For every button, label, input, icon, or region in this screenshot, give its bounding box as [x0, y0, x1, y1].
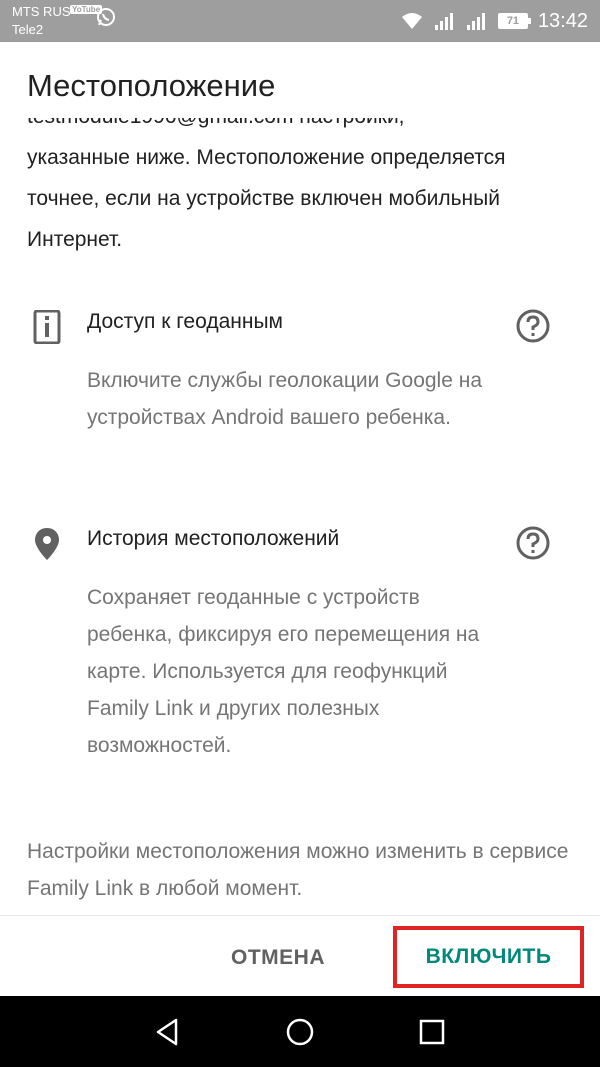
dialog-content[interactable]: testmodule1996@gmail.com настройки, указ…	[0, 118, 600, 915]
recents-icon[interactable]	[416, 1016, 448, 1048]
intro-body: указанные ниже. Местоположение определяе…	[27, 146, 506, 251]
home-icon[interactable]	[284, 1016, 316, 1048]
back-icon[interactable]	[152, 1016, 184, 1048]
cancel-button[interactable]: ОТМЕНА	[208, 928, 348, 988]
phone-info-icon	[33, 310, 61, 344]
setting-geo-title: Доступ к геоданным	[87, 310, 283, 333]
whatsapp-icon	[97, 8, 115, 26]
setting-history-description: Сохраняет геоданные с устройств ребенка,…	[87, 586, 480, 757]
dialog-title: Местоположение	[27, 68, 276, 103]
wifi-icon	[401, 13, 422, 29]
setting-history-title: История местоположений	[87, 527, 340, 550]
signal-icon	[434, 13, 453, 30]
divider	[0, 915, 600, 916]
status-icons: 71 13:42	[390, 8, 588, 34]
intro-clipped-line: testmodule1996@gmail.com настройки,	[27, 118, 577, 137]
carrier-secondary: Tele2	[12, 22, 44, 37]
navigation-bar	[0, 996, 600, 1067]
status-bar: MTS RUS YoTube Tele2 71 13:42	[0, 0, 600, 42]
footer-note: Настройки местоположения можно изменить …	[27, 840, 569, 900]
signal-icon-2	[466, 13, 485, 30]
setting-geo-description: Включите службы геолокации Google на уст…	[87, 369, 483, 429]
intro-text: testmodule1996@gmail.com настройки, указ…	[27, 118, 577, 260]
clock: 13:42	[537, 9, 588, 32]
help-icon[interactable]	[515, 525, 551, 561]
carrier-primary: MTS RUS	[12, 4, 71, 19]
battery-indicator: 71	[497, 13, 531, 29]
enable-button[interactable]: ВКЛЮЧИТЬ	[393, 926, 584, 988]
help-icon[interactable]	[515, 308, 551, 344]
location-pin-icon	[35, 528, 59, 560]
